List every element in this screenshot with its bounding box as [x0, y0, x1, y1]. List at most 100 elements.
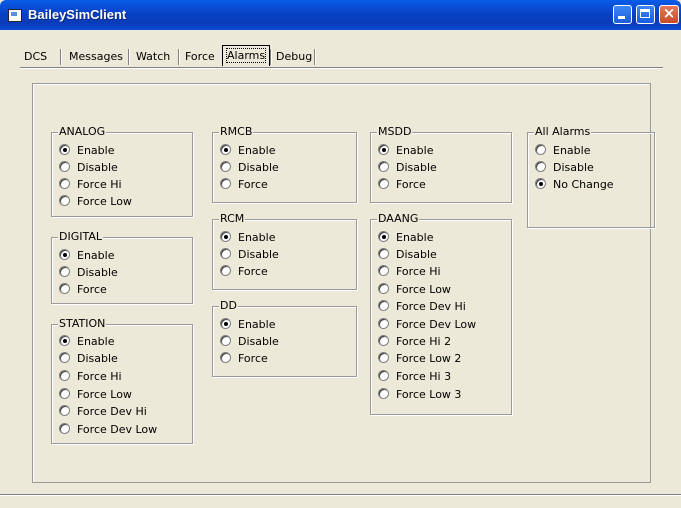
- radio[interactable]: [378, 265, 389, 276]
- all-alarms-option-no-change[interactable]: No Change: [535, 176, 614, 193]
- radio[interactable]: [59, 352, 70, 363]
- radio[interactable]: [378, 248, 389, 259]
- all-alarms-group: All Alarms Enable Disable No Change: [527, 125, 655, 228]
- analog-title: ANALOG: [58, 125, 107, 138]
- analog-option-force-low[interactable]: Force Low: [59, 193, 132, 210]
- radio[interactable]: [59, 178, 70, 189]
- radio[interactable]: [378, 300, 389, 311]
- daang-option-force-hi[interactable]: Force Hi: [378, 263, 441, 280]
- daang-option-force-low[interactable]: Force Low: [378, 281, 451, 298]
- radio[interactable]: [378, 388, 389, 399]
- daang-option-disable[interactable]: Disable: [378, 246, 437, 263]
- option-label: Force Dev Low: [77, 423, 158, 436]
- radio[interactable]: [59, 266, 70, 277]
- radio-selected[interactable]: [378, 144, 389, 155]
- radio-selected[interactable]: [220, 318, 231, 329]
- radio-selected[interactable]: [535, 178, 546, 189]
- tab-force[interactable]: Force: [181, 47, 219, 66]
- daang-option-force-dev-hi[interactable]: Force Dev Hi: [378, 298, 466, 315]
- radio[interactable]: [220, 178, 231, 189]
- radio[interactable]: [59, 283, 70, 294]
- rmcb-option-force[interactable]: Force: [220, 176, 268, 193]
- radio[interactable]: [378, 370, 389, 381]
- analog-option-force-hi[interactable]: Force Hi: [59, 176, 122, 193]
- digital-option-force[interactable]: Force: [59, 281, 107, 298]
- radio[interactable]: [59, 195, 70, 206]
- tab-messages[interactable]: Messages: [65, 47, 127, 66]
- radio[interactable]: [220, 352, 231, 363]
- daang-option-force-low-2[interactable]: Force Low 2: [378, 350, 461, 367]
- station-option-force-dev-hi[interactable]: Force Dev Hi: [59, 403, 147, 420]
- option-label: Force Hi: [77, 178, 122, 191]
- station-option-enable[interactable]: Enable: [59, 333, 114, 350]
- radio-selected[interactable]: [378, 231, 389, 242]
- rcm-option-enable[interactable]: Enable: [220, 229, 275, 246]
- station-option-force-dev-low[interactable]: Force Dev Low: [59, 421, 157, 438]
- radio[interactable]: [378, 318, 389, 329]
- daang-option-force-hi-2[interactable]: Force Hi 2: [378, 333, 451, 350]
- radio[interactable]: [378, 352, 389, 363]
- daang-option-force-low-3[interactable]: Force Low 3: [378, 386, 461, 403]
- station-option-force-hi[interactable]: Force Hi: [59, 368, 122, 385]
- station-option-disable[interactable]: Disable: [59, 350, 118, 367]
- rcm-option-disable[interactable]: Disable: [220, 246, 279, 263]
- radio[interactable]: [220, 248, 231, 259]
- msdd-option-disable[interactable]: Disable: [378, 159, 437, 176]
- radio[interactable]: [378, 161, 389, 172]
- radio[interactable]: [59, 161, 70, 172]
- tab-dcs[interactable]: DCS: [20, 47, 51, 66]
- radio[interactable]: [220, 265, 231, 276]
- radio-selected[interactable]: [59, 335, 70, 346]
- rcm-option-force[interactable]: Force: [220, 263, 268, 280]
- radio-selected[interactable]: [220, 231, 231, 242]
- dd-option-enable[interactable]: Enable: [220, 316, 275, 333]
- daang-option-force-hi-3[interactable]: Force Hi 3: [378, 368, 451, 385]
- dd-option-disable[interactable]: Disable: [220, 333, 279, 350]
- radio[interactable]: [59, 388, 70, 399]
- rmcb-option-disable[interactable]: Disable: [220, 159, 279, 176]
- radio[interactable]: [59, 370, 70, 381]
- maximize-button[interactable]: [636, 5, 655, 24]
- radio-selected[interactable]: [59, 249, 70, 260]
- status-divider: [0, 494, 681, 496]
- close-button[interactable]: ×: [659, 4, 679, 24]
- radio[interactable]: [535, 144, 546, 155]
- tab-watch[interactable]: Watch: [132, 47, 174, 66]
- option-label: Force Low 3: [396, 388, 462, 401]
- radio[interactable]: [378, 283, 389, 294]
- dd-option-force[interactable]: Force: [220, 350, 268, 367]
- radio[interactable]: [378, 178, 389, 189]
- app-icon[interactable]: [8, 9, 22, 22]
- daang-option-force-dev-low[interactable]: Force Dev Low: [378, 316, 476, 333]
- option-label: Enable: [77, 144, 115, 157]
- radio[interactable]: [378, 335, 389, 346]
- station-option-force-low[interactable]: Force Low: [59, 386, 132, 403]
- option-label: Enable: [77, 335, 115, 348]
- digital-option-disable[interactable]: Disable: [59, 264, 118, 281]
- radio[interactable]: [220, 335, 231, 346]
- radio[interactable]: [220, 161, 231, 172]
- option-label: Disable: [238, 335, 279, 348]
- minimize-button[interactable]: [613, 5, 632, 24]
- station-title: STATION: [58, 317, 107, 330]
- daang-option-enable[interactable]: Enable: [378, 229, 433, 246]
- analog-option-disable[interactable]: Disable: [59, 159, 118, 176]
- maximize-icon: [640, 9, 650, 18]
- radio-selected[interactable]: [59, 144, 70, 155]
- tab-debug[interactable]: Debug: [272, 47, 316, 66]
- rmcb-option-enable[interactable]: Enable: [220, 142, 275, 159]
- msdd-option-force[interactable]: Force: [378, 176, 426, 193]
- msdd-option-enable[interactable]: Enable: [378, 142, 433, 159]
- radio-selected[interactable]: [220, 144, 231, 155]
- digital-option-enable[interactable]: Enable: [59, 247, 114, 264]
- all-alarms-option-enable[interactable]: Enable: [535, 142, 590, 159]
- daang-group: DAANG Enable Disable Force Hi Force Low …: [370, 212, 512, 415]
- tab-separator: [128, 49, 130, 65]
- tab-alarms[interactable]: Alarms: [222, 45, 271, 66]
- radio[interactable]: [535, 161, 546, 172]
- analog-option-enable[interactable]: Enable: [59, 142, 114, 159]
- option-label: Enable: [396, 144, 434, 157]
- all-alarms-option-disable[interactable]: Disable: [535, 159, 594, 176]
- radio[interactable]: [59, 423, 70, 434]
- radio[interactable]: [59, 405, 70, 416]
